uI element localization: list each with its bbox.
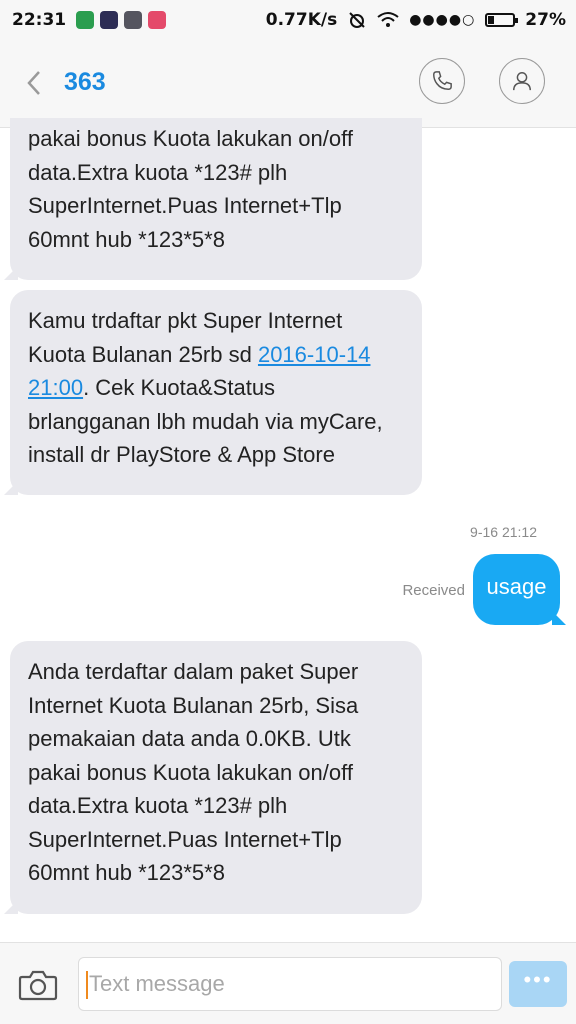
maps-icon (76, 11, 95, 29)
status-bar: 22:31 0.77K/s ●●●●○ 27% (0, 0, 576, 40)
sent-message-text: usage (486, 573, 547, 599)
phone-icon (433, 71, 452, 90)
message-text: Kuota Bulanan 25rb sd (28, 341, 258, 367)
message-line: pakai bonus Kuota lakukan on/off (28, 759, 353, 785)
message-line: SuperInternet.Puas Internet+Tlp (28, 826, 342, 852)
delivery-status: Received (402, 582, 465, 599)
music-icon (148, 11, 167, 29)
message-line: pemakaian data anda 0.0KB. Utk (28, 726, 351, 751)
sent-message[interactable]: usage (473, 554, 566, 625)
message-line: Kuota Bulanan 25rb sd 2016-10-14 (28, 338, 404, 372)
bubble-tail (552, 611, 566, 625)
message-line: Kamu trdaftar pkt Super Internet (28, 308, 343, 333)
back-arrow-icon[interactable] (22, 68, 46, 98)
notification-icons (76, 11, 167, 29)
text-cursor (86, 971, 88, 999)
text-message-input[interactable] (78, 957, 502, 1011)
shield-app-icon (124, 11, 143, 29)
blackberry-icon (100, 11, 119, 29)
bubble-tail (4, 900, 18, 914)
call-button[interactable] (419, 58, 465, 104)
signal-icon: ●●●●○ (409, 12, 476, 28)
message-timestamp: 9-16 21:12 (470, 524, 537, 540)
wifi-icon (377, 12, 399, 27)
bubble-tail (4, 266, 18, 280)
received-message[interactable]: Kamu trdaftar pkt Super Internet Kuota B… (4, 290, 422, 495)
person-icon (513, 72, 531, 91)
battery-icon (485, 13, 519, 27)
battery-percent: 27% (525, 10, 566, 30)
received-message[interactable]: pakai bonus Kuota lakukan on/off data.Ex… (4, 118, 422, 280)
contact-title: 363 (64, 68, 106, 96)
message-composer: ••• (0, 942, 576, 1024)
message-line: pakai bonus Kuota lakukan on/off (28, 126, 353, 151)
send-button-label: ••• (523, 967, 553, 992)
message-line: install dr PlayStore & App Store (28, 442, 335, 467)
alarm-off-icon (349, 12, 365, 28)
message-line: Anda terdaftar dalam paket Super (28, 659, 359, 684)
message-line: 60mnt hub *123*5*8 (28, 226, 225, 252)
bubble-tail (4, 481, 18, 495)
message-line: 21:00. Cek Kuota&Status (28, 371, 404, 405)
contact-profile-button[interactable] (499, 58, 545, 104)
battery-fill (488, 16, 495, 24)
message-text: . Cek Kuota&Status (83, 375, 276, 400)
conversation-header: 363 (0, 40, 576, 128)
camera-icon[interactable] (18, 969, 58, 1001)
status-time: 22:31 (12, 10, 67, 30)
network-speed: 0.77K/s (265, 10, 338, 30)
message-line: SuperInternet.Puas Internet+Tlp (28, 193, 342, 218)
date-link[interactable]: 2016-10-14 (258, 342, 371, 367)
message-line: data.Extra kuota *123# plh (28, 793, 288, 818)
message-line: Internet Kuota Bulanan 25rb, Sisa (28, 692, 359, 718)
message-line: brlangganan lbh mudah via myCare, (28, 408, 383, 434)
time-link[interactable]: 21:00 (28, 375, 83, 400)
status-right: 0.77K/s ●●●●○ 27% (266, 0, 566, 40)
received-message[interactable]: Anda terdaftar dalam paket Super Interne… (4, 641, 422, 914)
message-line: 60mnt hub *123*5*8 (28, 860, 225, 885)
message-line: data.Extra kuota *123# plh (28, 159, 288, 185)
send-button[interactable]: ••• (509, 961, 567, 1007)
